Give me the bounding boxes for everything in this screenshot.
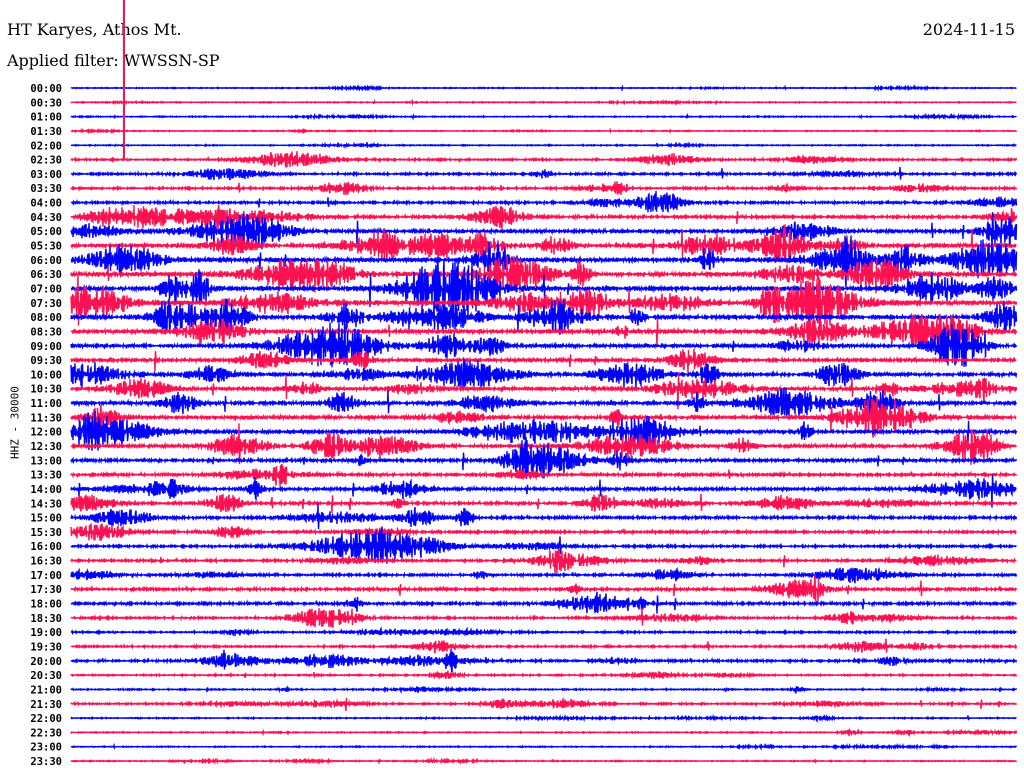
trace-2230 [70, 727, 1018, 738]
row-label: 16:00 [30, 541, 62, 553]
row-label: 10:00 [30, 369, 62, 381]
row-label: 18:30 [30, 613, 62, 625]
row-label: 10:30 [30, 384, 62, 396]
trace-2330 [70, 756, 1018, 766]
row-label: 04:00 [30, 198, 62, 210]
row-label: 00:30 [30, 97, 62, 109]
trace-2200 [70, 713, 1017, 724]
row-label: 17:00 [30, 570, 62, 582]
row-label: 13:00 [30, 455, 62, 467]
row-label: 21:00 [30, 684, 62, 696]
trace-2100 [70, 685, 1018, 695]
trace-0100 [70, 112, 1017, 121]
row-label: 12:30 [30, 441, 62, 453]
trace-1430 [70, 493, 1018, 514]
trace-1930 [70, 638, 1018, 654]
row-label: 23:30 [30, 756, 62, 768]
row-label: 00:00 [30, 83, 62, 95]
row-label: 08:30 [30, 326, 62, 338]
trace-2000 [70, 648, 1018, 673]
row-label: 03:30 [30, 183, 62, 195]
row-label: 19:30 [30, 641, 62, 653]
row-label: 05:00 [30, 226, 62, 238]
row-label: 15:00 [30, 513, 62, 525]
row-label: 22:30 [30, 727, 62, 739]
row-label: 01:00 [30, 112, 62, 124]
row-label: 03:00 [30, 169, 62, 181]
row-label: 20:30 [30, 670, 62, 682]
trace-1630 [70, 549, 1017, 574]
trace-0230 [70, 151, 1018, 168]
row-label: 17:30 [30, 584, 62, 596]
trace-0200 [71, 141, 1017, 150]
row-label: 12:00 [30, 427, 62, 439]
row-label: 11:00 [30, 398, 62, 410]
row-label: 22:00 [30, 713, 62, 725]
trace-1800 [70, 591, 1018, 614]
row-label: 23:00 [30, 742, 62, 754]
trace-1700 [70, 567, 1018, 584]
trace-0330 [70, 180, 1018, 196]
trace-1900 [70, 626, 1017, 637]
row-label: 02:00 [30, 140, 62, 152]
trace-2130 [70, 696, 1018, 712]
trace-0300 [70, 166, 1018, 181]
row-label: 16:30 [30, 556, 62, 568]
row-label: 11:30 [30, 412, 62, 424]
row-label: 19:00 [30, 627, 62, 639]
row-label: 05:30 [30, 241, 62, 253]
row-label: 20:00 [30, 656, 62, 668]
row-label: 07:00 [30, 283, 62, 295]
trace-0400 [70, 190, 1018, 214]
row-label: 09:00 [30, 341, 62, 353]
row-label: 06:30 [30, 269, 62, 281]
row-label: 01:30 [30, 126, 62, 138]
helicorder-plot: 00:00 00:30 01:00 01:30 02:00 02:30 03:00 03:30… [30, 0, 1018, 768]
trace-1500 [70, 503, 1018, 530]
trace-1830 [70, 608, 1018, 628]
row-label: 15:30 [30, 527, 62, 539]
row-label: 13:30 [30, 470, 62, 482]
trace-0130 [70, 127, 1018, 135]
trace-0030 [70, 98, 1017, 107]
row-label: 07:30 [30, 298, 62, 310]
row-label: 09:30 [30, 355, 62, 367]
row-label: 06:00 [30, 255, 62, 267]
trace-1530 [70, 523, 1017, 541]
trace-2300 [71, 742, 1018, 751]
row-label: 08:00 [30, 312, 62, 324]
trace-2030 [70, 670, 1018, 680]
trace-0930 [70, 348, 1017, 373]
row-label: 14:00 [30, 484, 62, 496]
trace-1730 [70, 574, 1018, 603]
row-label: 21:30 [30, 699, 62, 711]
trace-0000 [70, 83, 1017, 92]
row-label: 02:30 [30, 155, 62, 167]
row-label: 14:30 [30, 498, 62, 510]
row-label: 04:30 [30, 212, 62, 224]
row-label: 18:00 [30, 599, 62, 611]
